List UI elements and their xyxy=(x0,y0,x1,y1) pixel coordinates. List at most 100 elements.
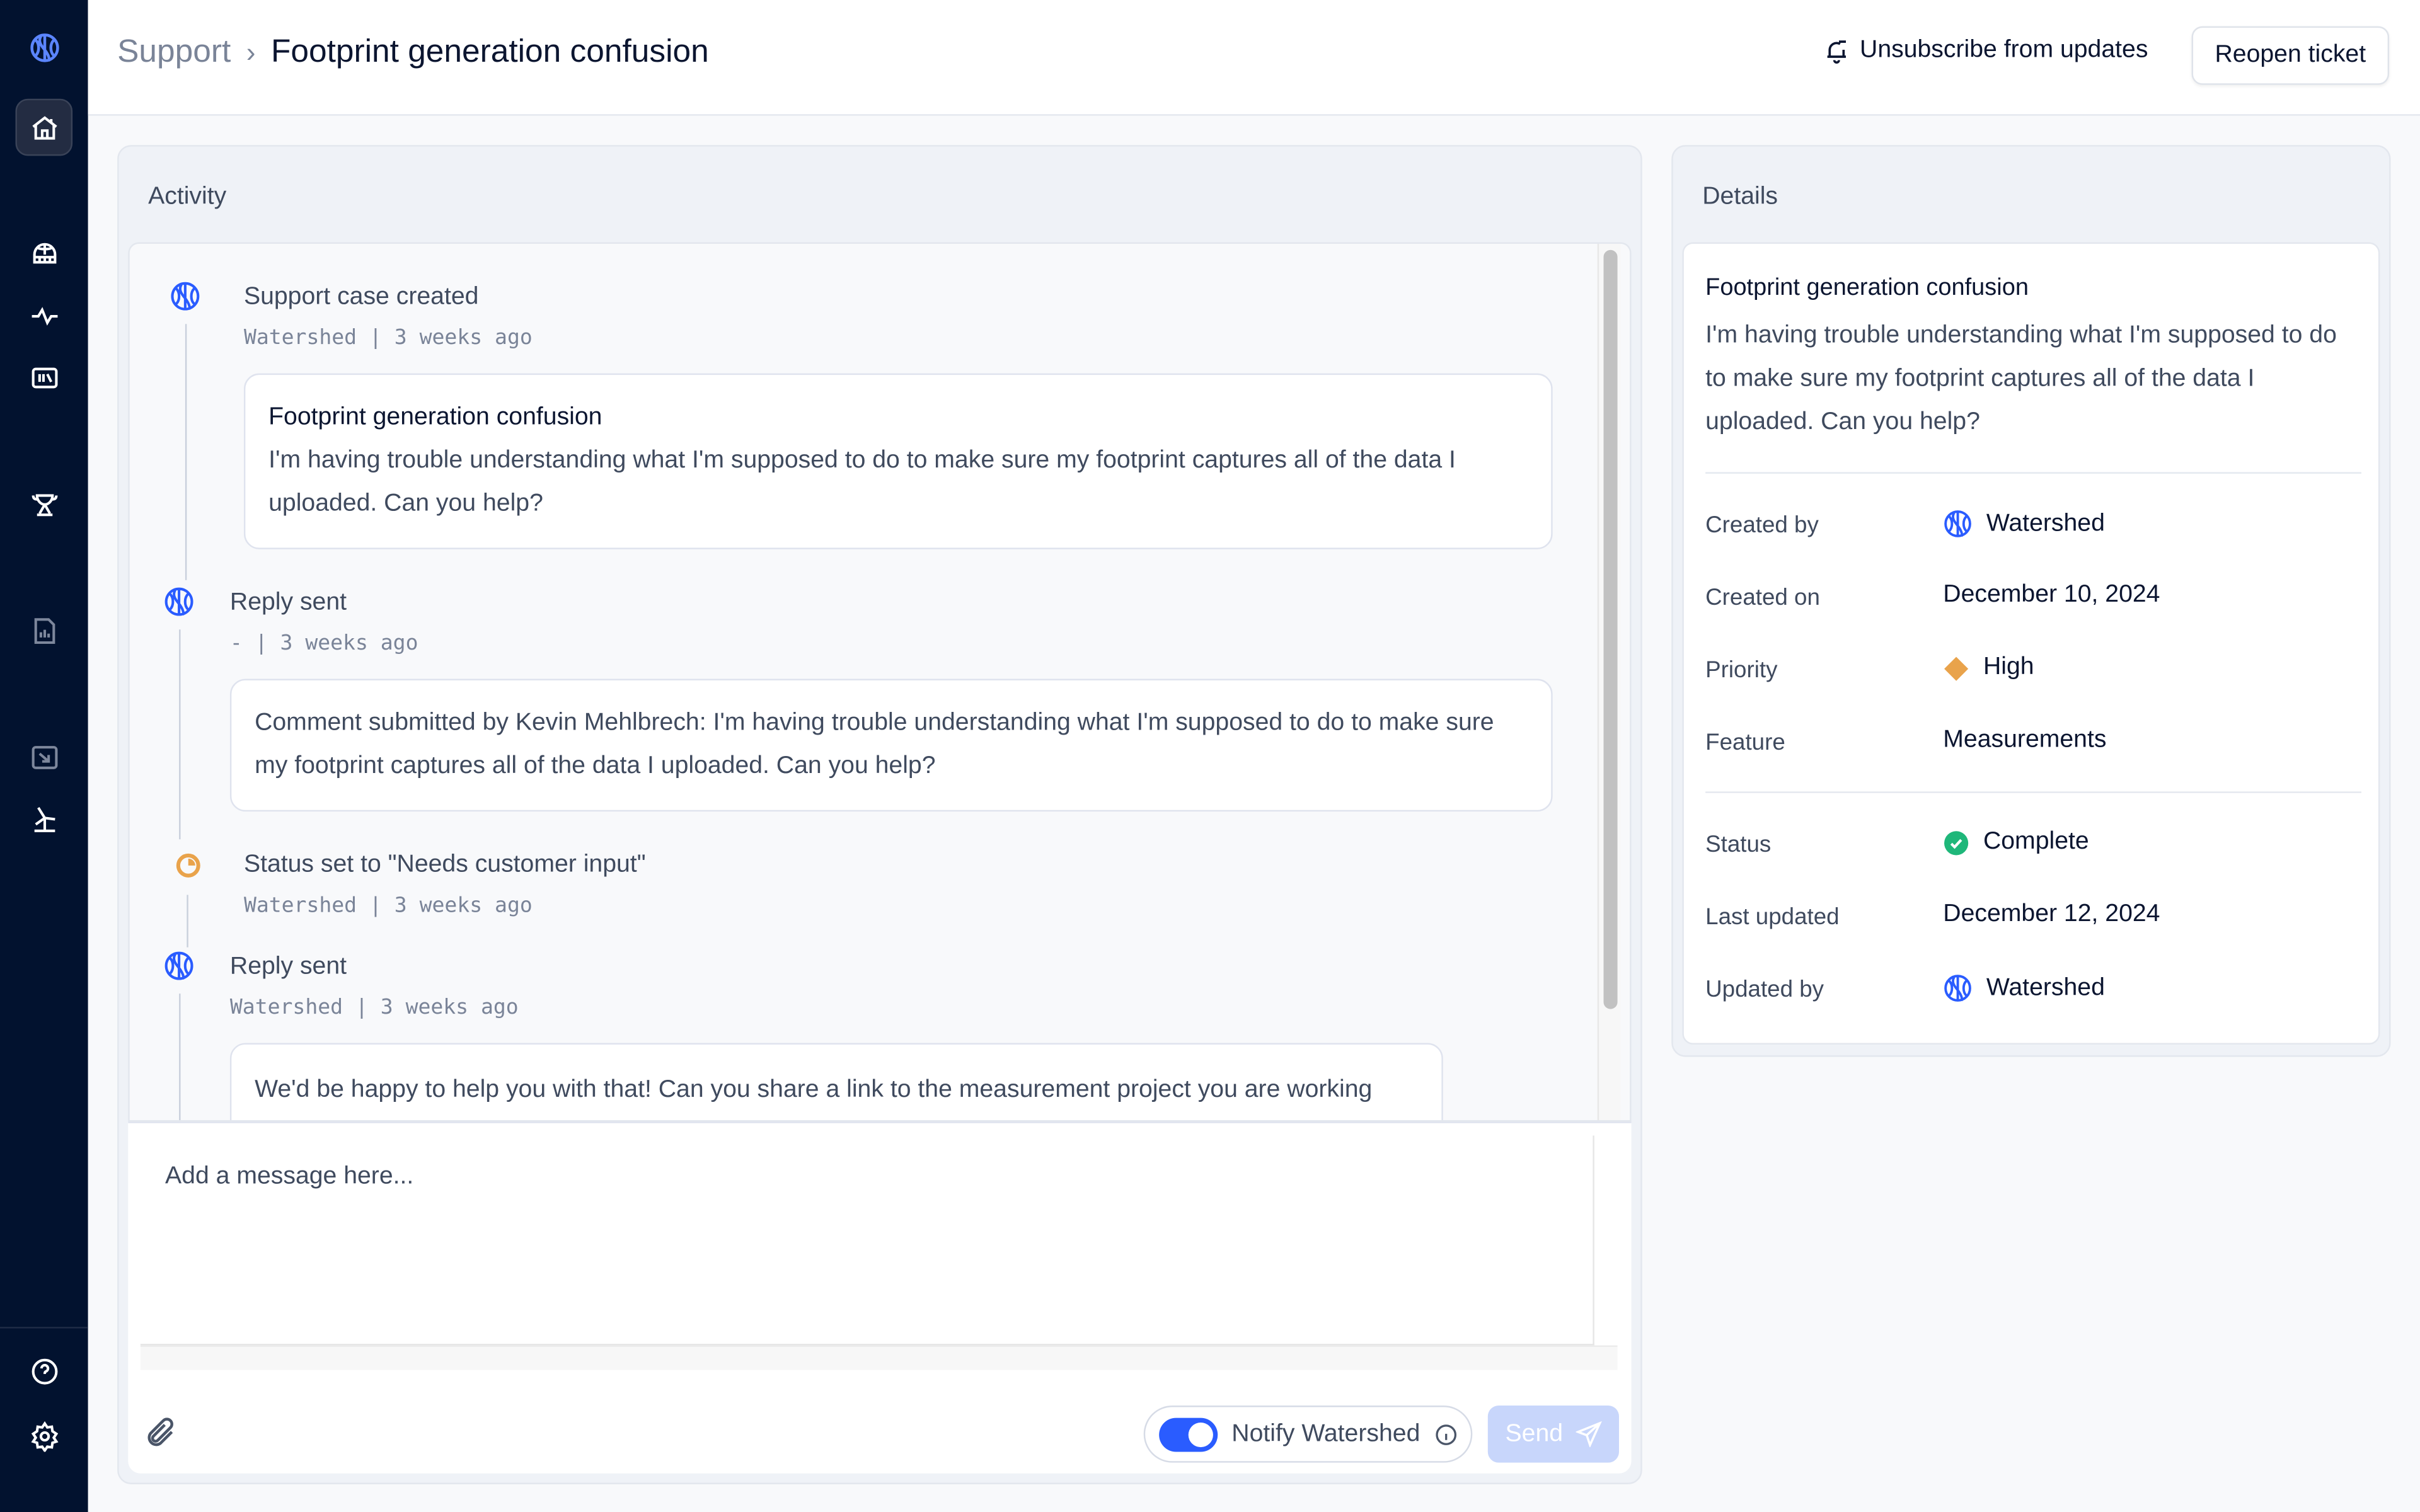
sidebar-item-reductions[interactable] xyxy=(15,728,72,786)
event-meta: Watershed | 3 weeks ago xyxy=(243,893,533,919)
divider xyxy=(1705,791,2361,793)
attach-file-button[interactable] xyxy=(144,1416,178,1450)
bell-off-icon xyxy=(1827,40,1847,64)
status-value: Complete xyxy=(1983,828,2089,855)
composer-resize-gutter xyxy=(140,1345,1618,1370)
sidebar-item-library[interactable] xyxy=(15,348,72,406)
detail-label: Priority xyxy=(1705,657,1778,684)
chevron-right-icon: › xyxy=(246,36,256,67)
watershed-globe-icon xyxy=(170,281,200,312)
sidebar-item-goals[interactable] xyxy=(15,475,72,532)
last-updated-value: December 12, 2024 xyxy=(1943,901,2160,927)
event-title: Reply sent xyxy=(229,953,347,980)
detail-value: High xyxy=(1943,654,2034,682)
send-label: Send xyxy=(1505,1420,1564,1446)
wind-turbine-icon xyxy=(33,806,55,832)
watershed-globe-icon xyxy=(164,951,195,982)
notify-label: Notify Watershed xyxy=(1231,1420,1420,1446)
detail-row-created-on: Created on December 10, 2024 xyxy=(1705,581,2361,619)
detail-label: Status xyxy=(1705,832,1772,858)
sidebar-item-settings[interactable] xyxy=(15,1407,72,1464)
report-icon xyxy=(33,617,55,643)
message-card-body: We'd be happy to help you with that! Can… xyxy=(255,1077,1373,1120)
detail-value: Complete xyxy=(1943,828,2089,856)
detail-label: Created on xyxy=(1705,585,1820,611)
timeline-line xyxy=(179,994,181,1120)
pending-status-icon xyxy=(176,853,200,878)
pulse-icon xyxy=(31,306,57,325)
activity-panel: Activity Support case created Watershed … xyxy=(117,145,1642,1484)
priority-value: High xyxy=(1983,654,2034,681)
watershed-logo-icon[interactable] xyxy=(15,18,72,76)
sidebar-divider xyxy=(0,1327,88,1329)
sidebar-item-home[interactable] xyxy=(15,98,73,156)
activity-scrollbar[interactable] xyxy=(1597,243,1621,1120)
detail-label: Feature xyxy=(1705,730,1785,757)
watershed-globe-icon xyxy=(164,587,195,617)
gear-icon xyxy=(30,1420,58,1452)
sidebar-item-reports[interactable] xyxy=(15,602,72,659)
detail-label: Created by xyxy=(1705,512,1819,539)
details-panel: Details Footprint generation confusion I… xyxy=(1671,145,2391,1057)
timeline-line xyxy=(185,324,187,580)
detail-row-status: Status Complete xyxy=(1705,828,2361,866)
notify-watershed-toggle[interactable]: Notify Watershed xyxy=(1143,1406,1473,1463)
details-card: Footprint generation confusion I'm havin… xyxy=(1682,242,2380,1045)
breadcrumb-support-link[interactable]: Support xyxy=(117,34,231,71)
sidebar-item-energy[interactable] xyxy=(15,790,72,847)
detail-value: Watershed xyxy=(1943,973,2105,1003)
message-card: We'd be happy to help you with that! Can… xyxy=(229,1043,1443,1120)
help-circle-icon xyxy=(31,1358,57,1384)
detail-label: Last updated xyxy=(1705,904,1840,931)
detail-label: Updated by xyxy=(1705,976,1824,1003)
info-icon[interactable] xyxy=(1434,1422,1458,1446)
paperclip-icon xyxy=(147,1418,173,1446)
message-composer: Notify Watershed Send xyxy=(128,1121,1632,1474)
message-input[interactable] xyxy=(140,1135,1594,1346)
reopen-ticket-button[interactable]: Reopen ticket xyxy=(2191,26,2390,85)
event-title: Status set to "Needs customer input" xyxy=(243,851,646,878)
case-title: Footprint generation confusion xyxy=(1705,274,2029,301)
app-root: Support › Footprint generation confusion… xyxy=(0,0,2420,1512)
page-header: Support › Footprint generation confusion… xyxy=(88,0,2420,116)
sidebar-item-help[interactable] xyxy=(15,1343,72,1400)
home-icon xyxy=(32,115,57,139)
trophy-icon xyxy=(31,493,57,515)
sidebar-item-marketplace[interactable] xyxy=(15,226,72,283)
activity-feed[interactable]: Support case created Watershed | 3 weeks… xyxy=(128,242,1632,1122)
message-card-body: I'm having trouble understanding what I'… xyxy=(268,447,1456,517)
arrow-down-right-box-icon xyxy=(31,745,57,769)
detail-value: Watershed xyxy=(1943,509,2105,539)
priority-diamond-icon xyxy=(1944,656,1969,680)
toggle-switch[interactable] xyxy=(1159,1417,1218,1452)
toggle-knob xyxy=(1188,1421,1213,1446)
divider xyxy=(1705,472,2361,474)
event-meta: - | 3 weeks ago xyxy=(229,631,418,656)
timeline-line xyxy=(179,629,181,840)
unsubscribe-button[interactable]: Unsubscribe from updates xyxy=(1823,37,2148,65)
event-meta: Watershed | 3 weeks ago xyxy=(229,995,519,1020)
details-title: Details xyxy=(1702,183,1778,210)
sidebar xyxy=(0,0,88,1512)
sidebar-item-activity[interactable] xyxy=(15,287,72,345)
detail-row-last-updated: Last updated December 12, 2024 xyxy=(1705,901,2361,938)
library-icon xyxy=(31,367,57,388)
feature-value: Measurements xyxy=(1943,726,2107,753)
page-title: Footprint generation confusion xyxy=(270,33,709,70)
case-description: I'm having trouble understanding what I'… xyxy=(1705,322,2337,435)
created-by-value: Watershed xyxy=(1986,510,2105,537)
check-circle-icon xyxy=(1944,830,1969,855)
send-icon xyxy=(1575,1421,1602,1448)
created-on-value: December 10, 2024 xyxy=(1943,581,2160,608)
scrollbar-thumb[interactable] xyxy=(1603,249,1618,1009)
event-title: Support case created xyxy=(243,284,479,311)
message-card: Comment submitted by Kevin Mehlbrech: I'… xyxy=(229,679,1553,812)
unsubscribe-label: Unsubscribe from updates xyxy=(1860,37,2148,64)
send-button[interactable]: Send xyxy=(1487,1406,1620,1463)
store-icon xyxy=(32,242,56,263)
message-card-body: Comment submitted by Kevin Mehlbrech: I'… xyxy=(255,709,1494,779)
timeline-line xyxy=(187,895,188,948)
watershed-globe-icon xyxy=(1944,975,1971,1002)
message-card-title: Footprint generation confusion xyxy=(268,404,602,431)
detail-row-priority: Priority High xyxy=(1705,654,2361,691)
